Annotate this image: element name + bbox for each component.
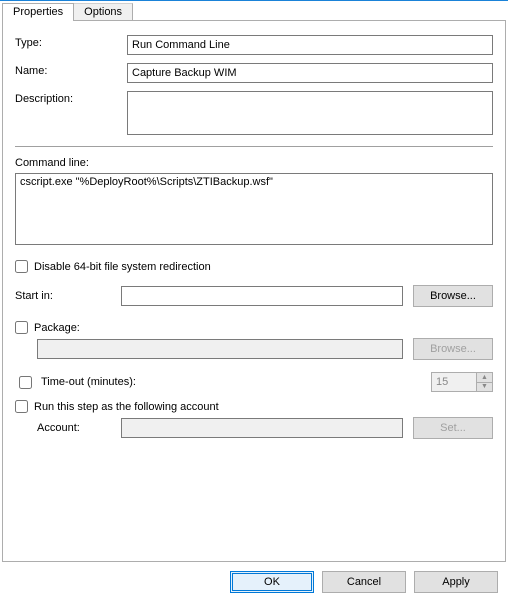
disable-redirection-checkbox[interactable] [15,260,28,273]
description-label: Description: [15,91,127,105]
ok-button[interactable]: OK [230,571,314,593]
dialog: Properties Options Type: Name: Descripti… [0,0,508,603]
description-field[interactable] [127,91,493,135]
account-label: Account: [37,422,111,434]
tab-options[interactable]: Options [73,3,133,21]
command-line-field[interactable]: cscript.exe "%DeployRoot%\Scripts\ZTIBac… [15,173,493,245]
package-label: Package: [34,322,80,334]
command-line-label: Command line: [15,157,493,169]
package-checkbox[interactable] [15,321,28,334]
timeout-down-icon: ▼ [477,383,492,392]
tab-properties[interactable]: Properties [2,3,74,21]
package-field [37,339,403,359]
name-label: Name: [15,63,127,77]
apply-button[interactable]: Apply [414,571,498,593]
timeout-label: Time-out (minutes): [41,376,136,388]
timeout-value [432,373,476,391]
runas-checkbox[interactable] [15,400,28,413]
name-field[interactable] [127,63,493,83]
type-field [127,35,493,55]
type-label: Type: [15,35,127,49]
package-browse-button: Browse... [413,338,493,360]
tab-page-properties: Type: Name: Description: Command line: c… [2,20,506,562]
startin-field[interactable] [121,286,403,306]
cancel-button[interactable]: Cancel [322,571,406,593]
timeout-spinner: ▲ ▼ [431,372,493,392]
dialog-footer: OK Cancel Apply [0,563,508,603]
timeout-up-icon: ▲ [477,373,492,383]
tab-strip: Properties Options [2,3,508,21]
disable-redirection-label: Disable 64-bit file system redirection [34,261,211,273]
startin-browse-button[interactable]: Browse... [413,285,493,307]
runas-label: Run this step as the following account [34,401,219,413]
separator [15,146,493,147]
timeout-checkbox[interactable] [19,376,32,389]
account-set-button: Set... [413,417,493,439]
startin-label: Start in: [15,290,111,302]
account-field [121,418,403,438]
